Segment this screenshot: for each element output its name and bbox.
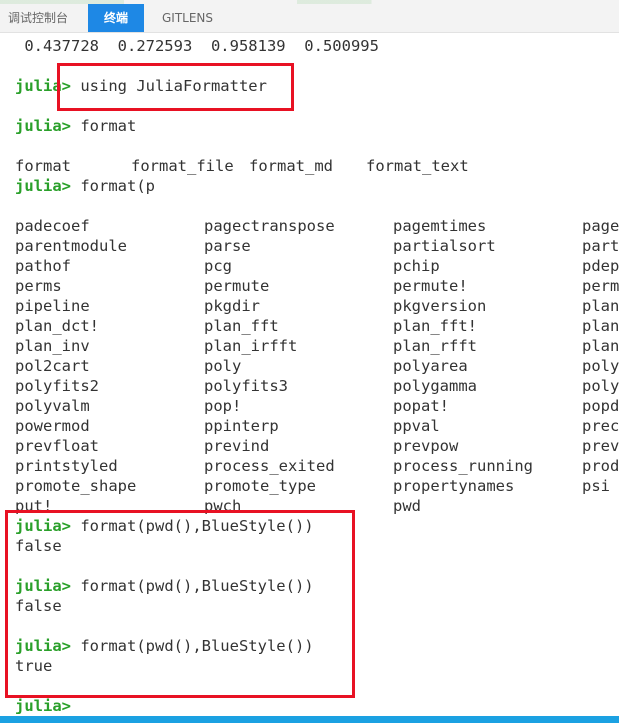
julia-prompt: julia> bbox=[15, 697, 71, 715]
completion-item: format_file bbox=[131, 157, 234, 175]
completion-item: plan_dct! bbox=[15, 317, 99, 335]
completion-item: prevind bbox=[204, 437, 270, 455]
completion-item: padecoef bbox=[15, 217, 90, 235]
tab-terminal[interactable]: 终端 bbox=[88, 4, 144, 32]
completion-item: pchip bbox=[393, 257, 440, 275]
julia-prompt: julia> bbox=[15, 177, 71, 195]
julia-prompt: julia> bbox=[15, 117, 71, 135]
completion-item: plan_ bbox=[582, 297, 619, 315]
completion-item: permute! bbox=[393, 277, 468, 295]
julia-prompt: julia> bbox=[15, 77, 71, 95]
prompt-line: julia> format(p bbox=[15, 176, 155, 196]
completion-item: pdepe bbox=[582, 257, 619, 275]
prompt-line: julia> format(pwd(),BlueStyle()) bbox=[15, 636, 314, 656]
completion-item: polygamma bbox=[393, 377, 477, 395]
completion-item: format bbox=[15, 157, 71, 175]
completion-item: plan_ bbox=[582, 317, 619, 335]
julia-prompt: julia> bbox=[15, 517, 71, 535]
completion-item: permu bbox=[582, 277, 619, 295]
command-text: format bbox=[71, 117, 137, 135]
completion-item: pop! bbox=[204, 397, 242, 415]
panel-tab-bar: 调试控制台 终端 GITLENS bbox=[0, 0, 619, 33]
completion-item: format_text bbox=[366, 157, 469, 175]
completion-item: pipeline bbox=[15, 297, 90, 315]
completion-item: popda bbox=[582, 397, 619, 415]
completion-item: partia bbox=[582, 237, 619, 255]
completion-item: psi bbox=[582, 477, 610, 495]
completion-item: promote_type bbox=[204, 477, 316, 495]
result-line: true bbox=[15, 657, 53, 675]
completion-item: plane bbox=[582, 337, 619, 355]
completion-item: perms bbox=[15, 277, 62, 295]
completion-item: pcg bbox=[204, 257, 232, 275]
bottom-status-strip bbox=[0, 716, 619, 723]
completion-item: pkgversion bbox=[393, 297, 487, 315]
completion-item: prevp bbox=[582, 437, 619, 455]
completion-item: promote_shape bbox=[15, 477, 137, 495]
prompt-line[interactable]: julia> bbox=[15, 696, 71, 716]
command-text: using JuliaFormatter bbox=[71, 77, 267, 95]
completion-item: pwch bbox=[204, 497, 242, 515]
completion-item: prevpow bbox=[393, 437, 459, 455]
completion-item: pagectranspose bbox=[204, 217, 335, 235]
result-line: false bbox=[15, 537, 62, 555]
completion-item: powermod bbox=[15, 417, 90, 435]
command-text: format(pwd(),BlueStyle()) bbox=[71, 577, 314, 595]
terminal-panel[interactable]: 0.437728 0.272593 0.958139 0.500995 juli… bbox=[0, 32, 619, 723]
completion-item: polyfits2 bbox=[15, 377, 99, 395]
completion-item: put! bbox=[15, 497, 53, 515]
completion-item: permute bbox=[204, 277, 270, 295]
completion-item: plan_inv bbox=[15, 337, 90, 355]
command-text: format(pwd(),BlueStyle()) bbox=[71, 637, 314, 655]
completion-item: parentmodule bbox=[15, 237, 127, 255]
result-line: false bbox=[15, 597, 62, 615]
command-text: format(p bbox=[71, 177, 155, 195]
prompt-line: julia> format bbox=[15, 116, 136, 136]
completion-item: ppval bbox=[393, 417, 440, 435]
completion-item: plan_fft bbox=[204, 317, 279, 335]
completion-item: prevfloat bbox=[15, 437, 99, 455]
completion-item: printstyled bbox=[15, 457, 118, 475]
completion-item: polyarea bbox=[393, 357, 468, 375]
completion-item: format_md bbox=[249, 157, 333, 175]
completion-item: plan_rfft bbox=[393, 337, 477, 355]
completion-item: polyg bbox=[582, 377, 619, 395]
completion-item: poly bbox=[204, 357, 242, 375]
completion-item: process_running bbox=[393, 457, 533, 475]
completion-item: plan_fft! bbox=[393, 317, 477, 335]
prompt-line: julia> format(pwd(),BlueStyle()) bbox=[15, 576, 314, 596]
completion-item: pagetr bbox=[582, 217, 619, 235]
completion-item: process_exited bbox=[204, 457, 335, 475]
completion-item: pathof bbox=[15, 257, 71, 275]
completion-item: ppinterp bbox=[204, 417, 279, 435]
command-text: format(pwd(),BlueStyle()) bbox=[71, 517, 314, 535]
completion-item: preci bbox=[582, 417, 619, 435]
completion-item: polyfits3 bbox=[204, 377, 288, 395]
output-line: 0.437728 0.272593 0.958139 0.500995 bbox=[15, 37, 379, 55]
completion-item: pagemtimes bbox=[393, 217, 487, 235]
julia-prompt: julia> bbox=[15, 577, 71, 595]
completion-item: plan_irfft bbox=[204, 337, 298, 355]
completion-item: popat! bbox=[393, 397, 449, 415]
completion-item: parse bbox=[204, 237, 251, 255]
tab-gitlens[interactable]: GITLENS bbox=[154, 4, 224, 32]
prompt-line: julia> format(pwd(),BlueStyle()) bbox=[15, 516, 314, 536]
completion-item: partialsort bbox=[393, 237, 496, 255]
completion-item: prod bbox=[582, 457, 619, 475]
completion-item: pol2cart bbox=[15, 357, 90, 375]
completion-item: polyvalm bbox=[15, 397, 90, 415]
julia-prompt: julia> bbox=[15, 637, 71, 655]
completion-item: pkgdir bbox=[204, 297, 260, 315]
completion-item: polyf bbox=[582, 357, 619, 375]
completion-item: pwd bbox=[393, 497, 421, 515]
tab-debug-console[interactable]: 调试控制台 bbox=[0, 4, 84, 32]
completion-item: propertynames bbox=[393, 477, 515, 495]
prompt-line: julia> using JuliaFormatter bbox=[15, 76, 267, 96]
